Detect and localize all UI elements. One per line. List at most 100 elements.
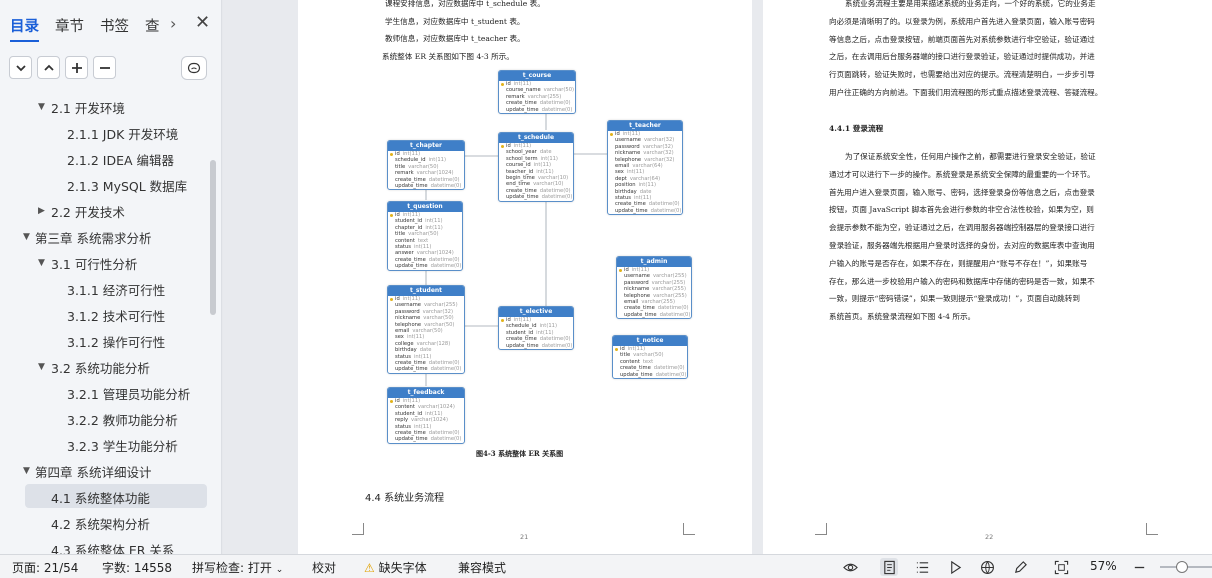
spellcheck-toggle[interactable]: 拼写检查: 打开 ⌄: [192, 559, 283, 576]
er-field: update_time datetime(0): [388, 263, 462, 269]
caret-down-icon[interactable]: ▼: [23, 232, 33, 242]
play-icon[interactable]: [946, 558, 964, 576]
close-icon[interactable]: ✕: [195, 12, 210, 33]
toc-item-label: 3.2 系统功能分析: [51, 360, 150, 376]
er-field-name: end_time: [506, 181, 531, 188]
er-field-name: update_time: [506, 342, 539, 349]
missing-fonts-button[interactable]: ⚠ 缺失字体: [364, 559, 427, 576]
er-field-type: varchar(32): [422, 308, 454, 315]
zoom-level[interactable]: 57%: [1090, 559, 1117, 573]
outline-view-icon[interactable]: [913, 558, 931, 576]
figure-caption: 图4-3 系统整体 ER 关系图: [476, 449, 564, 458]
er-field-type: date: [639, 188, 652, 195]
tab-toc[interactable]: 目录: [10, 15, 39, 42]
er-field-type: int(11): [425, 224, 443, 231]
er-field-name: id: [395, 296, 400, 302]
toc-item[interactable]: 2.1.3 MySQL 数据库: [0, 172, 207, 198]
er-field-type: int(11): [413, 423, 432, 430]
er-field-type: int(11): [540, 155, 558, 162]
toc-item[interactable]: ▼ 第四章 系统详细设计: [0, 458, 207, 484]
warning-icon: ⚠: [364, 561, 375, 575]
er-field-name: schedule_id: [506, 323, 537, 330]
proofread-button[interactable]: 校对: [312, 559, 336, 576]
expand-all-button[interactable]: [37, 56, 60, 79]
er-field: update_time datetime(0): [499, 107, 575, 113]
caret-down-icon[interactable]: ▼: [23, 466, 33, 476]
collapse-all-button[interactable]: [9, 56, 32, 79]
er-field-name: create_time: [615, 201, 646, 208]
er-field-type: date: [419, 347, 432, 354]
er-field: update_time datetime(0): [388, 366, 464, 372]
page22-intro-line: 向必须是清晰明了的。以登录为例，系统用户首先进入登录页面，输入账号密码: [829, 16, 1095, 26]
er-field-name: chapter_id: [395, 224, 423, 231]
document-canvas[interactable]: 课程安排信息，对应数据库中 t_schedule 表。 学生信息，对应数据库中 …: [223, 0, 1212, 554]
er-field-type: varchar(1024): [416, 250, 454, 257]
tab-search[interactable]: 查: [145, 15, 160, 36]
er-field-type: varchar(255): [651, 279, 686, 286]
web-layout-icon[interactable]: [978, 558, 996, 576]
toc-item[interactable]: 3.2.3 学生功能分析: [0, 432, 207, 458]
er-field-name: update_time: [395, 436, 428, 443]
pen-icon[interactable]: [1011, 558, 1029, 576]
zoom-slider-handle[interactable]: [1176, 561, 1188, 573]
eye-protection-icon[interactable]: [841, 558, 859, 576]
toc-item[interactable]: 2.1.2 IDEA 编辑器: [0, 146, 207, 172]
toc-item[interactable]: 2.1.1 JDK 开发环境: [0, 120, 207, 146]
er-field-name: remark: [506, 93, 525, 100]
er-field-type: int(11): [622, 131, 641, 137]
toc-item-label: 3.2.3 学生功能分析: [67, 438, 178, 454]
er-field-name: create_time: [395, 359, 426, 366]
sidebar-scrollbar[interactable]: [210, 160, 216, 315]
er-field-name: create_time: [395, 429, 426, 436]
spellcheck-label: 拼写检查: 打开: [192, 561, 272, 575]
toc-item[interactable]: 3.1.2 技术可行性: [0, 302, 207, 328]
toc-item[interactable]: ▼ 3.2 系统功能分析: [0, 354, 207, 380]
chevron-right-icon[interactable]: ›: [170, 14, 176, 33]
add-heading-button[interactable]: [65, 56, 88, 79]
caret-down-icon[interactable]: ▼: [38, 258, 48, 268]
er-field-type: int(11): [513, 143, 532, 149]
er-table-t-question: t_question id int(11) student_id int(11) chap…: [387, 201, 463, 271]
er-table-title: t_schedule: [499, 133, 573, 143]
er-field-name: id: [395, 151, 400, 157]
toc-item[interactable]: 4.1 系统整体功能: [0, 484, 207, 510]
page22-body-line: 系统首页。系统登录流程如下图 4-4 所示。: [829, 312, 976, 322]
page-view-icon[interactable]: [880, 558, 898, 576]
tab-bookmarks[interactable]: 书签: [100, 15, 129, 36]
toc-item[interactable]: ▼ 第三章 系统需求分析: [0, 224, 207, 250]
fit-page-icon[interactable]: [1052, 558, 1070, 576]
toc-item[interactable]: 3.2.1 管理员功能分析: [0, 380, 207, 406]
caret-down-icon[interactable]: ▼: [38, 102, 48, 112]
er-field-type: varchar(32): [642, 143, 674, 150]
section-heading: 4.4 系统业务流程: [365, 493, 445, 504]
er-field-name: username: [615, 137, 641, 144]
word-count[interactable]: 字数: 14558: [102, 559, 172, 576]
toc-item[interactable]: 4.2 系统架构分析: [0, 510, 207, 536]
er-field-type: date: [539, 149, 552, 156]
remove-heading-button[interactable]: [93, 56, 116, 79]
er-field-name: update_time: [620, 371, 653, 378]
toc-item[interactable]: ▼ 2.1 开发环境: [0, 94, 207, 120]
toc-item[interactable]: ▶ 2.2 开发技术: [0, 198, 207, 224]
page-indicator[interactable]: 页面: 21/54: [12, 559, 78, 576]
er-table-t-elective: t_elective id int(11) schedule_id int(11) stu…: [498, 306, 574, 350]
er-field-type: varchar(50): [412, 327, 443, 334]
tab-chapters[interactable]: 章节: [55, 15, 84, 36]
minus-icon: [99, 66, 110, 69]
caret-right-icon[interactable]: ▶: [38, 206, 48, 216]
er-field-type: int(11): [533, 162, 552, 169]
toc-settings-button[interactable]: [181, 56, 207, 80]
zoom-out-icon[interactable]: [1130, 558, 1148, 576]
er-field: update_time datetime(0): [499, 343, 573, 349]
toc-item[interactable]: 3.1.1 经济可行性: [0, 276, 207, 302]
subsection-heading: 4.4.1 登录流程: [829, 124, 884, 133]
er-field-name: content: [395, 404, 415, 411]
page-number: 22: [985, 533, 994, 541]
er-field-name: telephone: [624, 292, 651, 299]
sidebar-tabs: 目录 章节 书签 查 › ✕: [10, 10, 213, 42]
toc-item[interactable]: ▼ 3.1 可行性分析: [0, 250, 207, 276]
toc-item[interactable]: 3.1.2 操作可行性: [0, 328, 207, 354]
caret-down-icon[interactable]: ▼: [38, 362, 48, 372]
toc-item[interactable]: 3.2.2 教师功能分析: [0, 406, 207, 432]
er-field-name: id: [395, 212, 400, 218]
